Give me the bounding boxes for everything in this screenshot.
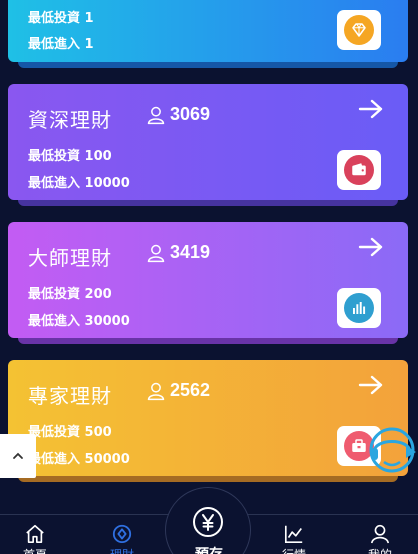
product-card-basic[interactable]: 最低投資 1 最低進入 1 bbox=[8, 0, 408, 68]
product-card-expert[interactable]: 專家理財 2562 最低投資 500 最低進入 50000 bbox=[8, 360, 408, 482]
customer-service-icon[interactable] bbox=[366, 424, 418, 476]
arrow-right-icon[interactable] bbox=[358, 98, 384, 120]
min-entry: 最低進入 50000 bbox=[28, 452, 130, 467]
tab-label: 我的 bbox=[368, 546, 392, 554]
chevron-up-icon bbox=[13, 452, 23, 459]
user-outline-icon bbox=[147, 382, 165, 400]
tab-label: 行情 bbox=[282, 546, 306, 554]
chart-line-icon bbox=[284, 525, 303, 543]
min-investment: 最低投資 1 bbox=[28, 11, 94, 26]
tab-finance[interactable]: 理財 bbox=[102, 523, 142, 554]
tab-label: 理財 bbox=[110, 546, 134, 554]
min-entry: 最低進入 1 bbox=[28, 37, 94, 52]
participant-count: 3069 bbox=[146, 104, 210, 125]
participant-count: 3419 bbox=[146, 242, 210, 263]
wallet-icon bbox=[352, 163, 366, 176]
user-icon bbox=[370, 524, 390, 544]
tab-profile[interactable]: 我的 bbox=[360, 523, 400, 554]
product-title: 資深理財 bbox=[28, 108, 112, 132]
arrow-right-icon[interactable] bbox=[358, 374, 384, 396]
arrow-right-icon[interactable] bbox=[358, 236, 384, 258]
min-entry: 最低進入 30000 bbox=[28, 314, 130, 329]
product-card-master[interactable]: 大師理財 3419 最低投資 200 最低進入 30000 bbox=[8, 222, 408, 344]
product-title: 大師理財 bbox=[28, 246, 112, 270]
count-value: 3419 bbox=[170, 242, 211, 262]
yen-icon bbox=[193, 507, 223, 537]
tab-label: 首頁 bbox=[23, 546, 47, 554]
min-investment: 最低投資 500 bbox=[28, 425, 112, 440]
product-card-senior[interactable]: 資深理財 3069 最低投資 100 最低進入 10000 bbox=[8, 84, 408, 206]
count-value: 2562 bbox=[170, 380, 211, 400]
product-badge bbox=[337, 150, 381, 190]
product-title: 專家理財 bbox=[28, 384, 112, 408]
user-outline-icon bbox=[147, 106, 165, 124]
bar-chart-icon bbox=[353, 302, 366, 314]
min-investment: 最低投資 200 bbox=[28, 287, 112, 302]
product-badge bbox=[337, 288, 381, 328]
min-investment: 最低投資 100 bbox=[28, 149, 112, 164]
home-icon bbox=[26, 524, 44, 543]
tab-market[interactable]: 行情 bbox=[274, 523, 314, 554]
user-outline-icon bbox=[147, 244, 165, 262]
diamond-icon bbox=[352, 23, 366, 37]
min-entry: 最低進入 10000 bbox=[28, 176, 130, 191]
compass-icon bbox=[112, 524, 132, 544]
tab-home[interactable]: 首頁 bbox=[15, 523, 55, 554]
scroll-top-button[interactable] bbox=[0, 434, 36, 478]
deposit-button[interactable]: 預存 bbox=[165, 487, 251, 554]
participant-count: 2562 bbox=[146, 380, 210, 401]
product-badge bbox=[337, 10, 381, 50]
deposit-label: 預存 bbox=[195, 546, 223, 554]
count-value: 3069 bbox=[170, 104, 211, 124]
